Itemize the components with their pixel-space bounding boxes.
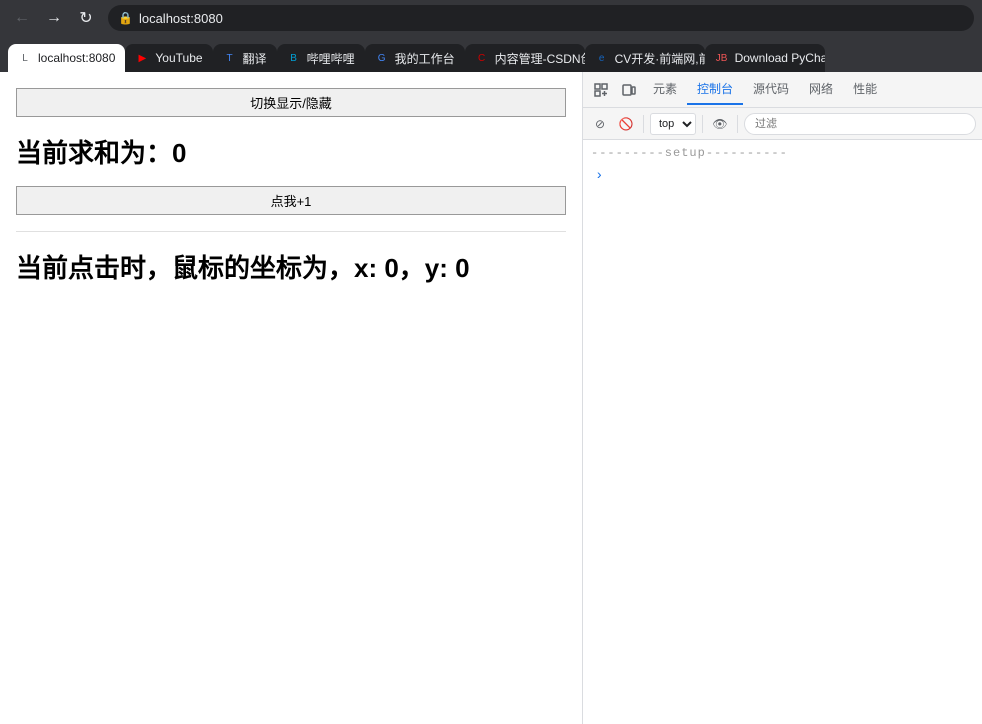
devtools-panel: 元素 控制台 源代码 网络 性能 ⊘: [582, 72, 982, 724]
back-button[interactable]: ←: [8, 4, 36, 32]
clear-console-icon[interactable]: ⊘: [589, 113, 611, 135]
devtools-content: ---------setup---------- ›: [583, 140, 982, 724]
tab-console[interactable]: 控制台: [687, 74, 743, 105]
tab-jetbrains[interactable]: JB Download PyChar...: [705, 44, 825, 72]
address-bar[interactable]: 🔒 localhost:8080: [108, 5, 974, 31]
tab-sources[interactable]: 源代码: [743, 74, 799, 105]
devtools-device-icon[interactable]: [615, 76, 643, 104]
devtools-inspect-icon[interactable]: [587, 76, 615, 104]
tab-youtube[interactable]: ▶ YouTube: [125, 44, 212, 72]
tabs-bar: L localhost:8080 ▶ YouTube T 翻译 B 哔哩哔哩 G…: [0, 36, 982, 72]
stop-icon[interactable]: 🚫: [615, 113, 637, 135]
tab-network[interactable]: 网络: [799, 74, 843, 105]
nav-buttons: ← → ↻: [8, 4, 100, 32]
coords-display: 当前点击时，鼠标的坐标为，x: 0，y: 0: [16, 248, 566, 285]
tab-favicon-google: G: [375, 51, 389, 65]
tab-label-youtube: YouTube: [155, 51, 202, 65]
filter-input[interactable]: [744, 113, 976, 135]
tab-elements[interactable]: 元素: [643, 74, 687, 105]
tab-label-cv: CV开发·前端网,前...: [615, 50, 705, 67]
tab-google[interactable]: G 我的工作台: [365, 44, 465, 72]
tab-label-translate: 翻译: [243, 50, 267, 67]
sum-display: 当前求和为：0: [16, 133, 566, 170]
tab-favicon-translate: T: [223, 51, 237, 65]
console-setup-text: ---------setup----------: [591, 146, 974, 160]
tab-favicon-youtube: ▶: [135, 51, 149, 65]
tab-cv[interactable]: e CV开发·前端网,前...: [585, 44, 705, 72]
toolbar-divider-3: [737, 115, 738, 133]
tab-label-jetbrains: Download PyChar...: [735, 51, 825, 65]
content-area: 切换显示/隐藏 当前求和为：0 点我+1 当前点击时，鼠标的坐标为，x: 0，y…: [0, 72, 982, 724]
eye-icon[interactable]: 👁: [709, 113, 731, 135]
console-chevron[interactable]: ›: [591, 166, 974, 186]
refresh-button[interactable]: ↻: [72, 4, 100, 32]
tab-label-google: 我的工作台: [395, 50, 455, 67]
toggle-button[interactable]: 切换显示/隐藏: [16, 88, 566, 117]
toolbar-divider-2: [702, 115, 703, 133]
increment-button[interactable]: 点我+1: [16, 186, 566, 215]
tab-localhost[interactable]: L localhost:8080: [8, 44, 125, 72]
context-select[interactable]: top: [650, 113, 696, 135]
devtools-toolbar: ⊘ 🚫 top 👁: [583, 108, 982, 140]
tab-favicon-bilibili: B: [287, 51, 301, 65]
section-divider: [16, 231, 566, 232]
forward-button[interactable]: →: [40, 4, 68, 32]
tab-csdn[interactable]: C 内容管理-CSDN创...: [465, 44, 585, 72]
tab-label-localhost: localhost:8080: [38, 51, 115, 65]
tab-label-csdn: 内容管理-CSDN创...: [495, 50, 585, 67]
address-text: localhost:8080: [139, 11, 223, 26]
tab-label-bilibili: 哔哩哔哩: [307, 50, 355, 67]
tab-favicon-jetbrains: JB: [715, 51, 729, 65]
tab-favicon-localhost: L: [18, 51, 32, 65]
tab-favicon-cv: e: [595, 51, 609, 65]
lock-icon: 🔒: [118, 11, 133, 25]
toolbar-divider: [643, 115, 644, 133]
devtools-tabs: 元素 控制台 源代码 网络 性能: [583, 72, 982, 108]
tab-translate[interactable]: T 翻译: [213, 44, 277, 72]
webpage: 切换显示/隐藏 当前求和为：0 点我+1 当前点击时，鼠标的坐标为，x: 0，y…: [0, 72, 582, 724]
tab-performance[interactable]: 性能: [843, 74, 887, 105]
browser-window: ← → ↻ 🔒 localhost:8080 L localhost:8080 …: [0, 0, 982, 724]
tab-bilibili[interactable]: B 哔哩哔哩: [277, 44, 365, 72]
tab-favicon-csdn: C: [475, 51, 489, 65]
title-bar: ← → ↻ 🔒 localhost:8080: [0, 0, 982, 36]
